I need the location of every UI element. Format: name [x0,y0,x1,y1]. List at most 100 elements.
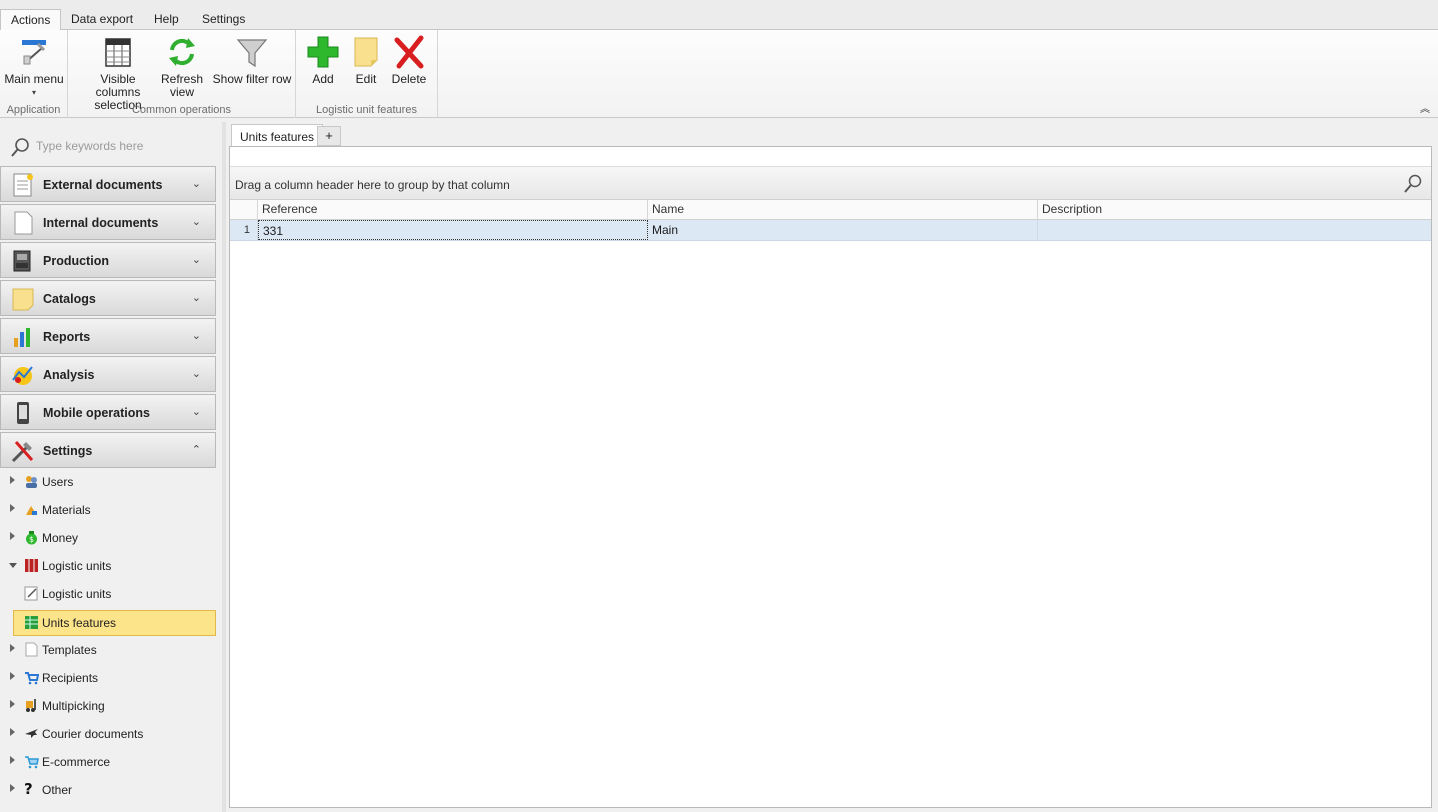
expand-arrow-icon[interactable] [10,700,15,708]
tree-item-label: Materials [42,503,91,517]
table-row[interactable]: 1 331 Main [230,220,1431,241]
chevron-down-icon: ⌄ [191,178,201,190]
visible-columns-button[interactable]: Visible columns selection [80,34,156,112]
chevron-down-icon: ⌄ [191,406,201,418]
nav-group-internal-documents[interactable]: Internal documents ⌄ [0,204,216,240]
column-header-description[interactable]: Description [1038,200,1431,220]
expand-arrow-icon[interactable] [10,644,15,652]
tree-item-logistic-units[interactable]: Logistic units [0,582,216,606]
cell-reference[interactable]: 331 [258,220,648,240]
plus-icon [307,36,339,68]
airplane-icon [25,729,38,738]
tree-item-logistic-units-folder[interactable]: Logistic units [0,554,216,578]
main-menu-label: Main menu [4,72,64,86]
search-icon[interactable] [1403,174,1423,194]
nav-group-label: Catalogs [43,292,96,306]
nav-group-label: Mobile operations [43,406,150,420]
tree-item-users[interactable]: Users [0,470,216,494]
edit-button[interactable]: Edit [346,34,386,86]
tree-item-e-commerce[interactable]: E-commerce [0,750,216,774]
cell-name[interactable]: Main [648,220,1038,240]
expand-arrow-icon[interactable] [10,728,15,736]
nav-group-mobile-operations[interactable]: Mobile operations ⌄ [0,394,216,430]
add-button[interactable]: Add [304,34,342,86]
page-icon [14,211,33,235]
ribbon-group-application: Main menu ▾ Application [0,30,68,118]
chevron-up-icon: ⌃ [191,444,201,456]
column-header-reference[interactable]: Reference [258,200,648,220]
document-tab-bar: Units features + [228,122,1438,149]
navigation-pane: Type keywords here External documents ⌄ … [0,122,222,812]
phone-icon [17,402,29,424]
materials-icon [26,506,37,515]
nav-group-settings[interactable]: Settings ⌃ [0,432,216,468]
add-tab-button[interactable]: + [317,126,341,146]
column-header-name[interactable]: Name [648,200,1038,220]
tab-help[interactable]: Help [144,9,189,30]
group-by-panel[interactable]: Drag a column header here to group by th… [230,167,1431,200]
tree-item-units-features[interactable]: Units features [13,610,216,636]
tree-item-label: Units features [42,616,117,630]
tree-item-materials[interactable]: Materials [0,498,216,522]
nav-splitter[interactable] [222,122,226,812]
bar-chart-icon [14,328,30,347]
expand-arrow-icon[interactable] [10,532,15,540]
question-mark-icon: ? [24,780,33,798]
refresh-view-button[interactable]: Refresh view [160,34,204,99]
page-icon [25,642,38,657]
delete-button[interactable]: Delete [388,34,430,86]
tab-actions[interactable]: Actions [0,9,62,31]
collapse-ribbon-icon[interactable]: ︽ [1420,100,1430,115]
tab-data-export[interactable]: Data export [61,9,143,30]
show-filter-row-button[interactable]: Show filter row [210,34,294,86]
cart-icon [25,672,39,685]
analysis-icon [12,366,33,385]
collapse-arrow-icon[interactable] [9,563,17,568]
panel-top-strip [230,147,1431,167]
nav-group-analysis[interactable]: Analysis ⌄ [0,356,216,392]
expand-arrow-icon[interactable] [10,476,15,484]
row-indicator-header [230,200,258,220]
units-features-panel: Drag a column header here to group by th… [229,146,1432,808]
tree-item-templates[interactable]: Templates [0,638,216,662]
visible-columns-label-1: Visible columns [95,72,141,99]
tree-item-money[interactable]: $ Money [0,526,216,550]
tree-item-multipicking[interactable]: Multipicking [0,694,216,718]
cell-description[interactable] [1038,220,1431,240]
tree-item-label: Other [42,783,73,797]
tree-item-label: Recipients [42,671,99,685]
nav-search-box[interactable]: Type keywords here [8,132,214,160]
nav-group-label: External documents [43,178,163,192]
chevron-down-icon: ⌄ [191,330,201,342]
expand-arrow-icon[interactable] [10,784,15,792]
tools-icon [11,441,34,463]
ribbon-group-label: Common operations [131,104,232,116]
expand-arrow-icon[interactable] [10,672,15,680]
note-icon [12,288,34,311]
expand-arrow-icon[interactable] [10,504,15,512]
nav-group-reports[interactable]: Reports ⌄ [0,318,216,354]
tree-item-other[interactable]: ? Other [0,778,216,802]
main-menu-button[interactable]: Main menu ▾ [4,34,64,99]
tab-settings[interactable]: Settings [192,9,255,30]
add-label: Add [312,72,334,86]
tree-item-courier-documents[interactable]: Courier documents [0,722,216,746]
edit-page-icon [24,586,38,601]
users-icon [26,476,37,488]
nav-group-production[interactable]: Production ⌄ [0,242,216,278]
filter-funnel-icon [236,39,268,68]
nav-group-catalogs[interactable]: Catalogs ⌄ [0,280,216,316]
nav-group-external-documents[interactable]: External documents ⌄ [0,166,216,202]
chevron-down-icon: ⌄ [191,368,201,380]
forklift-icon [26,699,36,712]
tree-item-label: Multipicking [42,699,105,713]
ribbon-group-label: Application [6,104,61,116]
show-filter-row-label: Show filter row [212,72,292,86]
refresh-icon [169,38,195,66]
tree-item-recipients[interactable]: Recipients [0,666,216,690]
shopping-basket-icon [25,756,39,769]
ribbon-panel: Main menu ▾ Application Visible columns … [0,30,1438,118]
delete-label: Delete [391,72,427,86]
tree-item-label: Users [42,475,74,489]
expand-arrow-icon[interactable] [10,756,15,764]
